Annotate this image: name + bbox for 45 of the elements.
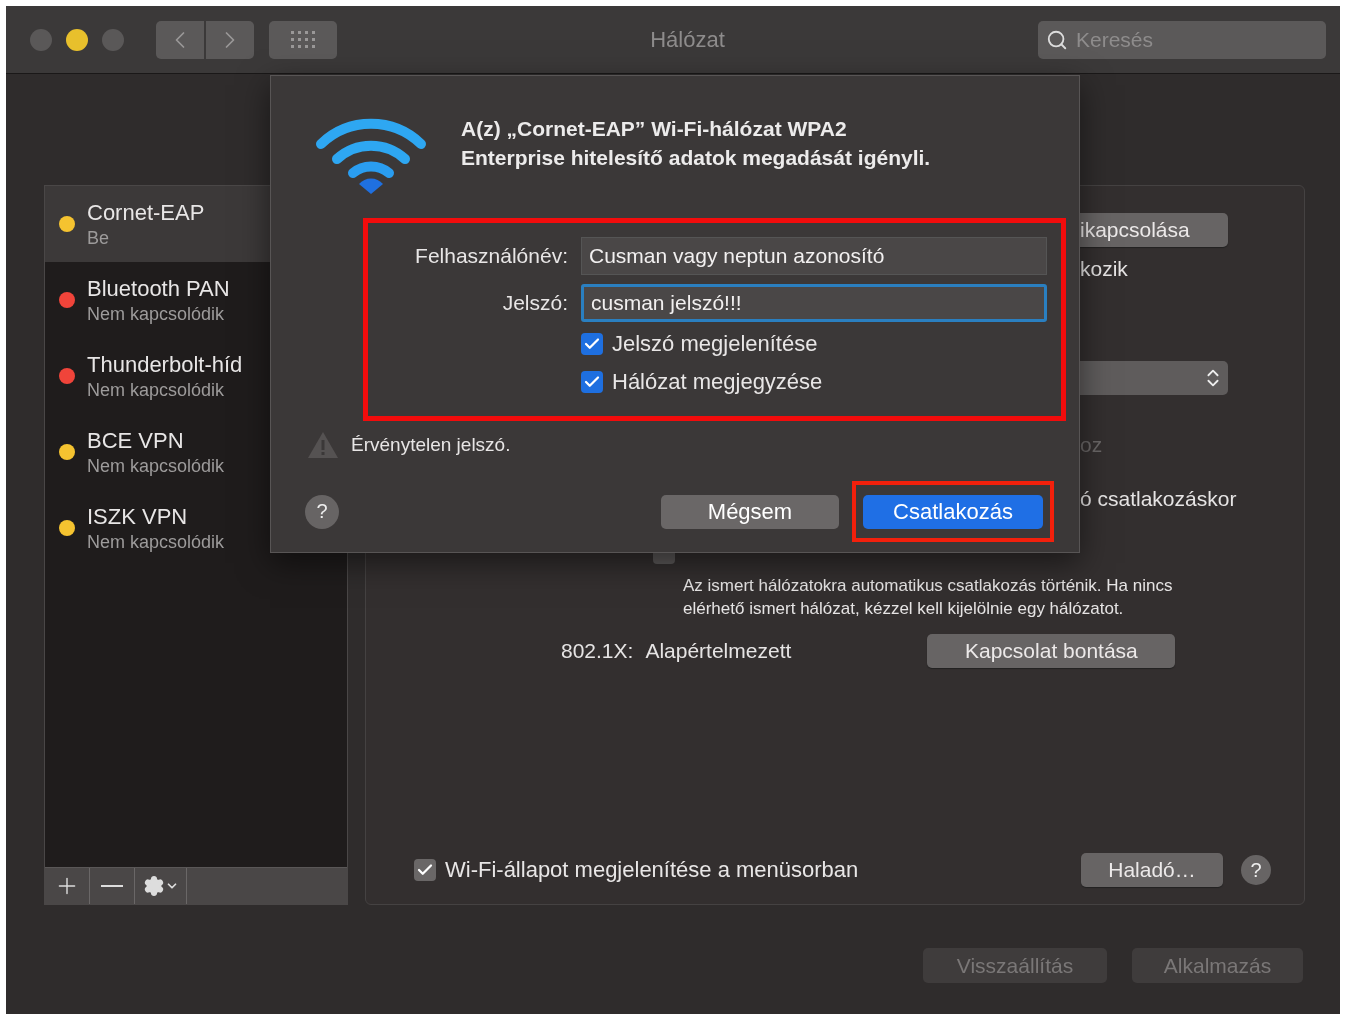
network-status: Nem kapcsolódik [87, 455, 225, 477]
checkbox-label: Hálózat megjegyzése [612, 369, 823, 395]
network-name: Cornet-EAP [87, 199, 205, 226]
search-icon [1046, 28, 1068, 51]
field-label: 802.1X: [561, 639, 634, 663]
disconnect-button[interactable]: Kapcsolat bontása [927, 634, 1176, 668]
input-field[interactable]: Cusman vagy neptun azonosító [581, 237, 1047, 275]
checkbox[interactable] [581, 333, 603, 355]
minus-icon [101, 885, 123, 887]
network-name: Bluetooth PAN [87, 275, 230, 302]
network-name: Thunderbolt-híd [87, 351, 243, 378]
connect-button[interactable]: Csatlakozás [863, 494, 1043, 529]
warning-icon [307, 431, 339, 459]
field-value: Alapértelmezett [645, 639, 793, 663]
status-text: kozik [1080, 257, 1129, 281]
input-field[interactable]: cusman jelszó!!! [581, 284, 1047, 322]
network-item[interactable]: Thunderbolt-híd Nem kapcsolódik [45, 338, 347, 414]
field-label: Jelszó: [501, 291, 568, 315]
checkbox[interactable] [581, 371, 603, 393]
network-status: Be [87, 227, 111, 249]
help-button[interactable]: ? [305, 494, 339, 529]
network-name: BCE VPN [87, 427, 185, 454]
wifi-toggle-button[interactable]: ikapcsolása [1080, 213, 1228, 247]
window-title: Hálózat [649, 26, 726, 53]
option-text: ó csatlakozáskor [1080, 487, 1238, 511]
checkbox-label: Jelszó megjelenítése [612, 331, 818, 357]
grid-icon [290, 29, 316, 50]
field-label: Felhasználónév: [414, 244, 568, 268]
checkbox[interactable] [414, 859, 436, 881]
minimize-icon[interactable] [66, 28, 88, 51]
description-text: Az ismert hálózatokra automatikus csatlakozás történik. Ha nincs elérhető ismert hálózat, kézzel kell kijelölnie egy hálózatot. [683, 575, 1174, 620]
network-item[interactable]: Bluetooth PAN Nem kapcsolódik [45, 262, 347, 338]
network-status: Nem kapcsolódik [87, 531, 225, 553]
network-name: ISZK VPN [87, 503, 189, 530]
network-status: Nem kapcsolódik [87, 303, 226, 325]
show-all-button[interactable] [269, 20, 337, 59]
gear-icon [142, 875, 165, 897]
network-item[interactable]: BCE VPN Nem kapcsolódik [45, 414, 347, 490]
help-button[interactable]: ? [1241, 855, 1271, 885]
cancel-button[interactable]: Mégsem [661, 494, 839, 529]
network-status: Nem kapcsolódik [87, 379, 226, 401]
checkbox-label: Wi-Fi-állapot megjelenítése a menüsorban [445, 857, 860, 883]
advanced-button[interactable]: Haladó… [1081, 853, 1223, 887]
error-text: Érvénytelen jelszó. [351, 434, 511, 456]
dialog-title: A(z) „Cornet-EAP” Wi-Fi-hálózat WPA2 Enterprise hitelesítő adatok megadását igényli. [461, 116, 931, 171]
